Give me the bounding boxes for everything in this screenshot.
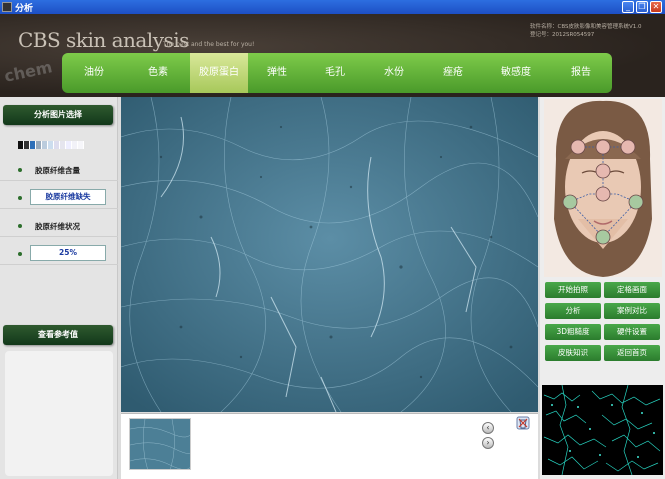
tab-acne[interactable]: 痤疮 (424, 53, 482, 93)
app-header: CBS skin analysis The best and the best … (0, 14, 665, 97)
face-illustration (544, 99, 662, 277)
bullet-icon (18, 196, 22, 200)
collagen-detection-map (542, 385, 663, 475)
reference-values-panel (5, 351, 113, 476)
collagen-content-value-row: 胶原纤维缺失 (0, 187, 118, 209)
freeze-frame-button[interactable]: 定格画面 (604, 282, 660, 298)
image-thumbnail[interactable] (129, 418, 191, 470)
collagen-status-row: 胶原纤维状况 (0, 215, 118, 237)
minimize-button[interactable]: _ (622, 1, 634, 13)
right-panel: 开始拍照 定格画面 分析 案例对比 3D粗糙度 硬件设置 皮肤知识 返回首页 (540, 97, 665, 479)
tagline: The best and the best for you! (163, 41, 255, 48)
tab-report[interactable]: 报告 (550, 53, 612, 93)
start-capture-button[interactable]: 开始拍照 (545, 282, 601, 298)
bullet-icon (18, 168, 22, 172)
app-icon (2, 2, 12, 12)
thumbnail-texture (130, 419, 190, 469)
bullet-icon (18, 224, 22, 228)
thumbnail-strip: ‹ › (121, 413, 538, 479)
image-selector-swatches[interactable] (18, 141, 84, 149)
window-title-bar: 分析 _ ❐ ✕ (0, 0, 665, 14)
face-map (544, 99, 662, 277)
case-compare-button[interactable]: 案例对比 (604, 303, 660, 319)
skin-knowledge-button[interactable]: 皮肤知识 (545, 345, 601, 361)
collagen-status-label: 胶原纤维状况 (35, 222, 80, 231)
collagen-content-row: 胶原纤维含量 (0, 159, 118, 181)
return-home-button[interactable]: 返回首页 (604, 345, 660, 361)
collagen-content-label: 胶原纤维含量 (35, 166, 80, 175)
restore-button[interactable]: ❐ (636, 1, 648, 13)
watermark: chem (2, 57, 54, 86)
prev-image-button[interactable]: ‹ (482, 422, 494, 434)
hardware-settings-button[interactable]: 硬件设置 (604, 324, 660, 340)
tab-pores[interactable]: 毛孔 (306, 53, 364, 93)
roughness-3d-button[interactable]: 3D粗糙度 (545, 324, 601, 340)
collagen-status-value-row: 25% (0, 243, 118, 265)
brand-logo: CBS skin analysis (18, 28, 189, 52)
collagen-status-value: 25% (30, 245, 106, 261)
tab-collagen[interactable]: 胶原蛋白 (190, 53, 248, 93)
window-title: 分析 (15, 4, 34, 14)
bullet-icon (18, 252, 22, 256)
tab-pigment[interactable]: 色素 (126, 53, 190, 93)
tab-elasticity[interactable]: 弹性 (248, 53, 306, 93)
delete-image-icon[interactable] (516, 416, 530, 430)
tab-sensitivity[interactable]: 敏感度 (482, 53, 550, 93)
detection-map-texture (542, 385, 663, 475)
software-name: 软件名称：CBS皮肤影像和美容管理系统V1.0 (530, 24, 642, 30)
main-nav: 油份 色素 胶原蛋白 弹性 毛孔 水份 痤疮 敏感度 报告 (62, 53, 612, 93)
registration-number: 登记号：2012SR054597 (530, 32, 595, 38)
next-image-button[interactable]: › (482, 437, 494, 449)
close-button[interactable]: ✕ (650, 1, 662, 13)
analysis-image-select-header[interactable]: 分析图片选择 (3, 105, 113, 125)
collagen-content-value: 胶原纤维缺失 (30, 189, 106, 205)
analyze-button[interactable]: 分析 (545, 303, 601, 319)
collagen-analysis-image (121, 97, 538, 412)
tab-moisture[interactable]: 水份 (364, 53, 424, 93)
collagen-fiber-texture (121, 97, 538, 412)
tab-oil[interactable]: 油份 (62, 53, 126, 93)
reference-values-header[interactable]: 查看参考值 (3, 325, 113, 345)
left-panel: 分析图片选择 胶原纤维含量 胶原纤维缺失 胶原纤维状况 25% 查看参考值 (0, 97, 118, 479)
